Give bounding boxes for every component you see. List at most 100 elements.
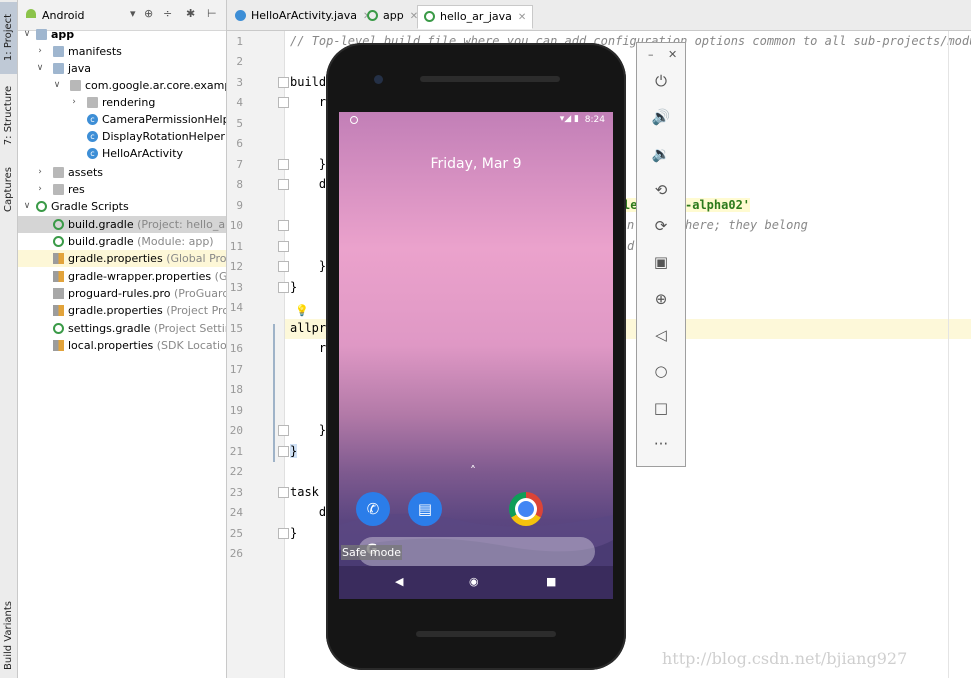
line-number: 11 bbox=[229, 240, 243, 253]
chevron-right-icon[interactable]: › bbox=[35, 43, 45, 60]
tree-item-gradle-scripts[interactable]: ∨ Gradle Scripts bbox=[18, 198, 226, 215]
line-number: 8 bbox=[236, 178, 243, 191]
phone-app-icon[interactable]: ✆ bbox=[356, 492, 390, 526]
class-icon bbox=[235, 10, 246, 21]
home-icon[interactable]: ◉ bbox=[469, 575, 479, 588]
line-number: 13 bbox=[229, 281, 243, 294]
tree-item-label: manifests bbox=[68, 45, 122, 58]
tab-label: app bbox=[383, 9, 404, 22]
code-line-12: } bbox=[290, 259, 327, 273]
messages-app-icon[interactable]: ▤ bbox=[408, 492, 442, 526]
class-icon: c bbox=[87, 148, 98, 159]
tree-item-app[interactable]: ∨ app bbox=[18, 26, 226, 43]
tree-item-assets[interactable]: › assets bbox=[18, 164, 226, 181]
class-icon: c bbox=[87, 131, 98, 142]
chevron-down-icon[interactable]: ∨ bbox=[52, 77, 62, 94]
line-number: 25 bbox=[229, 527, 243, 540]
build-variants-tool-tab[interactable]: Build Variants bbox=[0, 596, 17, 676]
tab-helloaractivity-java[interactable]: HelloArActivity.java ✕ bbox=[229, 5, 377, 27]
package-icon bbox=[87, 97, 98, 108]
code-line-7: } bbox=[290, 157, 327, 171]
speaker-grille bbox=[420, 76, 560, 82]
collapse-icon[interactable]: ÷ bbox=[163, 7, 172, 20]
minimize-icon[interactable]: – bbox=[648, 48, 654, 61]
tree-item-gradle-properties-project[interactable]: gradle.properties (Project Prope bbox=[18, 302, 226, 319]
volume-up-icon[interactable]: 🔊 bbox=[637, 107, 685, 127]
gradle-icon bbox=[53, 219, 64, 230]
tree-item-manifests[interactable]: › manifests bbox=[18, 43, 226, 60]
hide-panel-icon[interactable]: ⊢ bbox=[207, 7, 217, 20]
tree-item-displayrotationhelper[interactable]: c DisplayRotationHelper bbox=[18, 128, 226, 145]
close-icon[interactable]: ✕ bbox=[518, 12, 526, 23]
view-mode-dropdown[interactable]: Android bbox=[42, 9, 85, 22]
tree-item-sublabel: (Project Settings) bbox=[153, 322, 226, 335]
overview-icon[interactable]: ■ bbox=[546, 575, 556, 588]
code-line-20: } bbox=[290, 423, 327, 437]
tree-item-build-gradle-module[interactable]: build.gradle (Module: app) bbox=[18, 233, 226, 250]
tree-item-sublabel: (Global Proper bbox=[166, 252, 227, 265]
close-icon[interactable]: ✕ bbox=[668, 48, 677, 61]
project-panel: Android ▾ ⊕ ÷ ✱ ⊢ ∨ app › manifests ∨ ja… bbox=[18, 0, 227, 678]
package-icon bbox=[70, 80, 81, 91]
chevron-right-icon[interactable]: › bbox=[35, 181, 45, 198]
rotate-left-icon[interactable]: ⟲ bbox=[637, 180, 685, 200]
code-line-11-comment: d bbox=[627, 239, 635, 253]
line-number: 20 bbox=[229, 424, 243, 437]
tree-item-label: gradle-wrapper.properties bbox=[68, 270, 212, 283]
chevron-down-icon[interactable]: ∨ bbox=[22, 198, 32, 215]
zoom-icon[interactable]: ⊕ bbox=[637, 289, 685, 309]
home-icon[interactable]: ○ bbox=[637, 361, 685, 381]
gradle-icon bbox=[53, 323, 64, 334]
line-number: 1 bbox=[236, 35, 243, 48]
gradle-icon bbox=[53, 236, 64, 247]
properties-file-icon bbox=[53, 340, 64, 351]
line-number: 9 bbox=[236, 199, 243, 212]
code-line-9-string-end: -alpha02' bbox=[685, 198, 751, 212]
rotate-right-icon[interactable]: ⟳ bbox=[637, 216, 685, 236]
android-icon bbox=[26, 9, 36, 18]
tab-app[interactable]: app ✕ bbox=[361, 5, 424, 27]
tree-item-package[interactable]: ∨ com.google.ar.core.examples bbox=[18, 77, 226, 94]
chevron-right-icon[interactable]: › bbox=[69, 94, 79, 111]
tree-item-java[interactable]: ∨ java bbox=[18, 60, 226, 77]
tree-item-rendering[interactable]: › rendering bbox=[18, 94, 226, 111]
tree-item-label: local.properties bbox=[68, 339, 154, 352]
tree-item-label: build.gradle bbox=[68, 218, 134, 231]
chrome-app-icon[interactable] bbox=[509, 492, 543, 526]
tree-item-settings-gradle[interactable]: settings.gradle (Project Settings) bbox=[18, 320, 226, 337]
camera-screenshot-icon[interactable]: ▣ bbox=[637, 252, 685, 272]
emulator-device-frame: ▾◢ ▮ 8:24 Friday, Mar 9 ˄ ✆ ▤ G Safe mod… bbox=[326, 43, 626, 670]
back-icon[interactable]: ◀ bbox=[395, 575, 403, 588]
line-number: 18 bbox=[229, 383, 243, 396]
back-icon[interactable]: ◁ bbox=[637, 325, 685, 345]
line-number: 22 bbox=[229, 465, 243, 478]
gear-icon[interactable]: ✱ bbox=[186, 7, 195, 20]
tree-item-local-properties[interactable]: local.properties (SDK Location) bbox=[18, 337, 226, 354]
tree-item-label: proguard-rules.pro bbox=[68, 287, 171, 300]
tree-item-helloaractivity[interactable]: c HelloArActivity bbox=[18, 145, 226, 162]
sync-icon[interactable]: ⊕ bbox=[144, 7, 153, 20]
chevron-down-icon[interactable]: ∨ bbox=[35, 60, 45, 77]
tree-item-label: HelloArActivity bbox=[102, 147, 184, 160]
tree-item-label: gradle.properties bbox=[68, 304, 163, 317]
editor-tab-bar: HelloArActivity.java ✕ app ✕ hello_ar_java… bbox=[227, 0, 971, 31]
power-icon[interactable]: ⏻ bbox=[637, 71, 685, 91]
chevron-right-icon[interactable]: › bbox=[35, 164, 45, 181]
project-tool-tab[interactable]: 1: Project bbox=[0, 2, 17, 74]
volume-down-icon[interactable]: 🔉 bbox=[637, 144, 685, 164]
tab-hello-ar-java[interactable]: hello_ar_java ✕ bbox=[417, 5, 534, 29]
chevron-down-icon[interactable]: ▾ bbox=[130, 7, 136, 20]
emulator-screen[interactable]: ▾◢ ▮ 8:24 Friday, Mar 9 ˄ ✆ ▤ G Safe mod… bbox=[339, 112, 613, 599]
tree-item-camerapermissionhelper[interactable]: c CameraPermissionHelper bbox=[18, 111, 226, 128]
tree-item-gradle-wrapper-properties[interactable]: gradle-wrapper.properties (Grad bbox=[18, 268, 226, 285]
more-icon[interactable]: ··· bbox=[637, 434, 685, 454]
chevron-up-icon[interactable]: ˄ bbox=[470, 464, 476, 478]
tree-item-build-gradle-project[interactable]: build.gradle (Project: hello_ar_jav bbox=[18, 216, 226, 233]
line-number: 17 bbox=[229, 363, 243, 376]
tree-item-res[interactable]: › res bbox=[18, 181, 226, 198]
tree-item-proguard-rules[interactable]: proguard-rules.pro (ProGuard R bbox=[18, 285, 226, 302]
chevron-down-icon[interactable]: ∨ bbox=[22, 26, 32, 43]
tree-item-gradle-properties-global[interactable]: gradle.properties (Global Proper bbox=[18, 250, 226, 267]
captures-tool-tab[interactable]: Captures bbox=[0, 160, 17, 220]
overview-icon[interactable]: □ bbox=[637, 398, 685, 418]
